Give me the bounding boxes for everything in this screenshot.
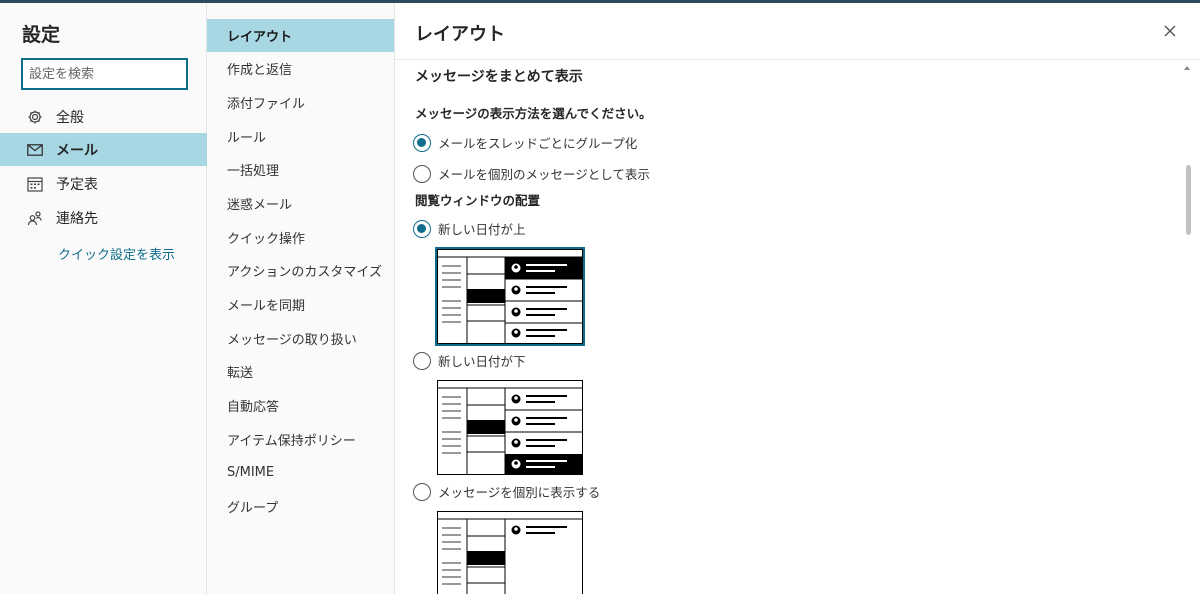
question-label: メッセージの表示方法を選んでください。 xyxy=(415,106,652,121)
reading-pane-title: 閲覧ウィンドウの配置 xyxy=(415,193,541,208)
category-calendar[interactable]: 予定表 xyxy=(0,167,207,200)
layout-pane: レイアウト メッセージをまとめて表示 メッセージの表示方法を選んでください。 メ… xyxy=(395,3,1200,598)
menu-item-forwarding[interactable]: 転送 xyxy=(207,355,394,388)
menu-item-smime[interactable]: S/MIME xyxy=(207,456,394,489)
radio-label: 新しい日付が下 xyxy=(438,354,526,369)
layout-preview-image xyxy=(437,380,583,475)
menu-item-compose-reply[interactable]: 作成と返信 xyxy=(207,52,394,85)
menu-item-layout[interactable]: レイアウト xyxy=(207,19,394,52)
radio-label: メッセージを個別に表示する xyxy=(438,485,601,500)
gear-icon xyxy=(23,109,47,125)
radio-button-checked[interactable] xyxy=(413,219,431,238)
people-icon xyxy=(23,210,47,226)
radio-button[interactable] xyxy=(413,164,431,183)
menu-item-customize-actions[interactable]: アクションのカスタマイズ xyxy=(207,254,394,287)
category-label: 全般 xyxy=(56,109,84,126)
quick-settings-link[interactable]: クイック設定を表示 xyxy=(58,244,175,263)
radio-label: メールをスレッドごとにグループ化 xyxy=(438,136,638,151)
radio-newest-on-top[interactable]: 新しい日付が上 xyxy=(413,219,526,238)
preview-newest-on-bottom[interactable] xyxy=(437,380,583,475)
radio-show-individually[interactable]: メッセージを個別に表示する xyxy=(413,482,600,501)
category-mail[interactable]: メール xyxy=(0,133,207,166)
category-label: メール xyxy=(56,142,98,159)
close-icon[interactable] xyxy=(1160,21,1180,41)
calendar-icon xyxy=(23,176,47,192)
header-divider xyxy=(395,59,1200,60)
layout-preview-image xyxy=(437,511,583,598)
mail-settings-menu: レイアウト 作成と返信 添付ファイル ルール 一括処理 迷惑メール クイック操作… xyxy=(207,3,395,594)
menu-item-auto-replies[interactable]: 自動応答 xyxy=(207,389,394,422)
radio-group-by-thread[interactable]: メールをスレッドごとにグループ化 xyxy=(413,133,637,152)
menu-item-groups[interactable]: グループ xyxy=(207,490,394,523)
menu-item-sweep[interactable]: 一括処理 xyxy=(207,153,394,186)
preview-show-individually[interactable] xyxy=(437,511,583,598)
pane-title: レイアウト xyxy=(415,24,505,45)
radio-newest-on-bottom[interactable]: 新しい日付が下 xyxy=(413,351,526,370)
scroll-up-arrow-icon[interactable] xyxy=(1184,66,1190,70)
menu-item-retention-policies[interactable]: アイテム保持ポリシー xyxy=(207,423,394,456)
menu-item-attachments[interactable]: 添付ファイル xyxy=(207,86,394,119)
menu-item-rules[interactable]: ルール xyxy=(207,120,394,153)
settings-search-input[interactable] xyxy=(21,58,188,90)
category-label: 予定表 xyxy=(56,176,98,193)
scrollbar[interactable] xyxy=(1181,59,1195,594)
section-title: メッセージをまとめて表示 xyxy=(415,69,583,85)
menu-item-sync-email[interactable]: メールを同期 xyxy=(207,288,394,321)
menu-item-junk[interactable]: 迷惑メール xyxy=(207,187,394,220)
menu-item-message-handling[interactable]: メッセージの取り扱い xyxy=(207,322,394,355)
layout-preview-image xyxy=(437,249,583,344)
radio-button[interactable] xyxy=(413,482,431,501)
radio-label: 新しい日付が上 xyxy=(438,222,526,237)
settings-nav: 設定 全般 メール 予定表 連絡先 クイック設定を表示 xyxy=(0,3,207,594)
radio-individual-messages[interactable]: メールを個別のメッセージとして表示 xyxy=(413,164,650,183)
category-contacts[interactable]: 連絡先 xyxy=(0,201,207,234)
category-general[interactable]: 全般 xyxy=(0,100,207,133)
settings-title: 設定 xyxy=(22,24,61,46)
menu-item-quick-actions[interactable]: クイック操作 xyxy=(207,221,394,254)
radio-button[interactable] xyxy=(413,351,431,370)
radio-label: メールを個別のメッセージとして表示 xyxy=(438,167,650,182)
mail-icon xyxy=(23,143,47,156)
scrollbar-thumb[interactable] xyxy=(1186,165,1191,235)
preview-newest-on-top[interactable] xyxy=(435,247,585,346)
radio-button-checked[interactable] xyxy=(413,133,431,152)
category-label: 連絡先 xyxy=(56,210,98,227)
